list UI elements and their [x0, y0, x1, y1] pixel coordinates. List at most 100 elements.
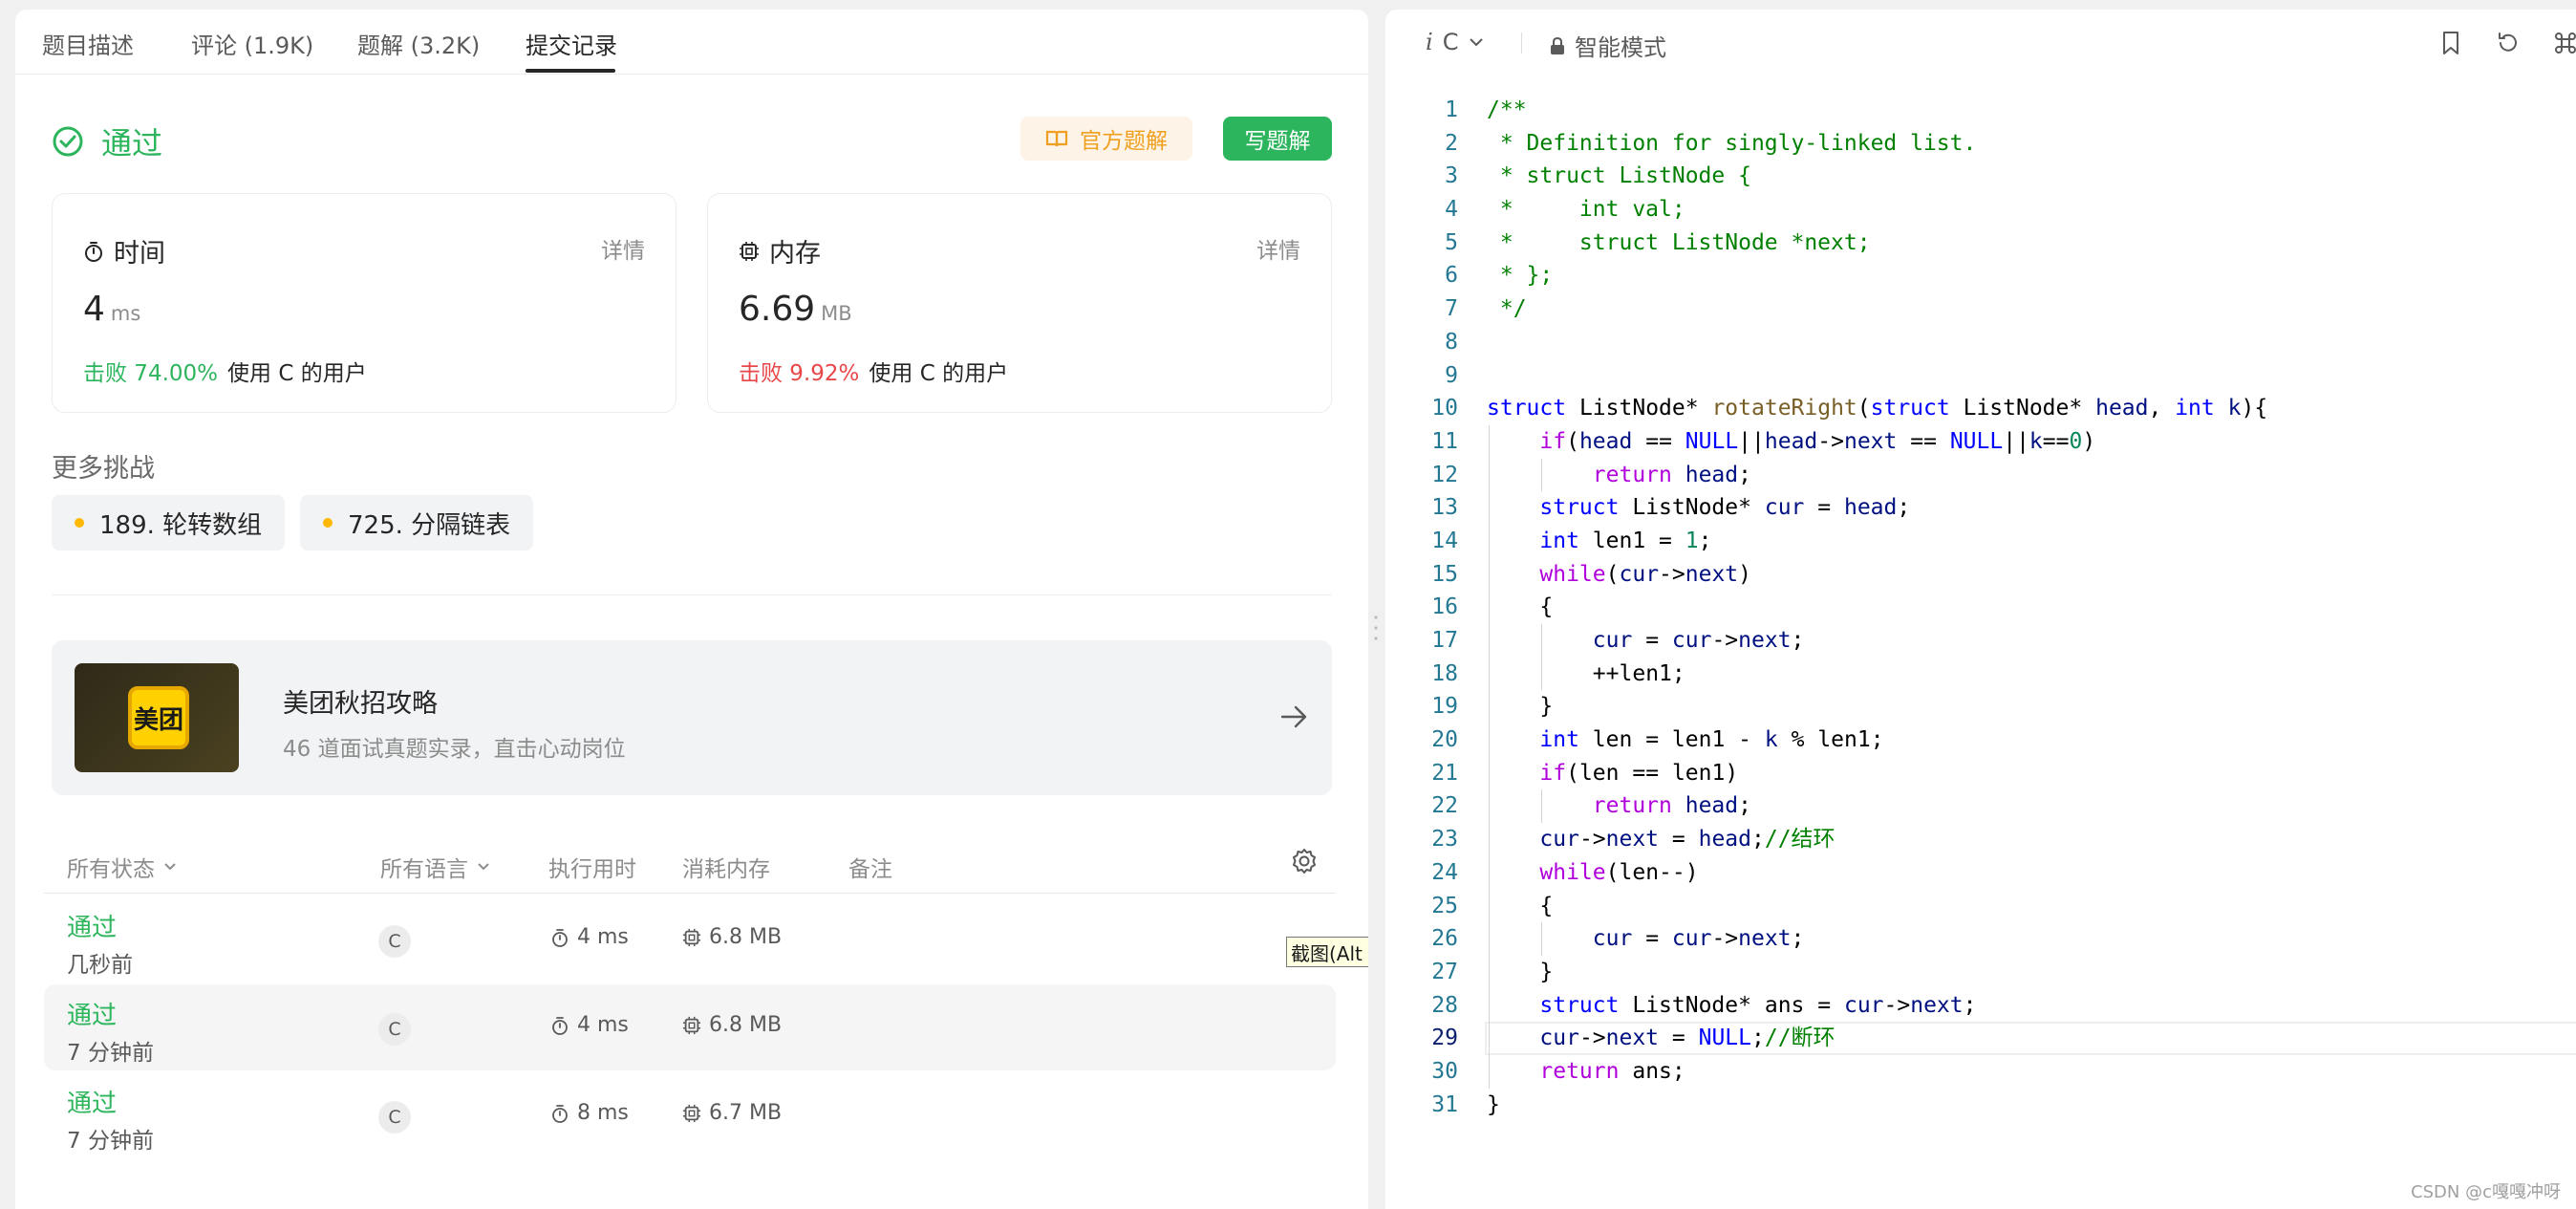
line-number: 23: [1431, 827, 1458, 853]
code-line[interactable]: 1 /**: [1385, 94, 2576, 127]
code-line[interactable]: 30 return ans;: [1385, 1054, 2576, 1089]
submission-row[interactable]: 通过 几秒前 C 4 ms 6.8 MB: [44, 896, 1336, 982]
runtime-detail-link[interactable]: 详情: [601, 232, 645, 265]
code-line[interactable]: 12 return head;: [1385, 458, 2576, 492]
code-text: return head;: [1592, 793, 1751, 819]
check-circle-icon: [53, 126, 83, 157]
code-line[interactable]: 2 * Definition for singly-linked list.: [1385, 127, 2576, 161]
submission-row[interactable]: 通过 7 分钟前 C 4 ms 6.8 MB: [44, 984, 1336, 1070]
status-filter[interactable]: 所有状态: [67, 851, 178, 883]
code-line[interactable]: 18 ++len1;: [1385, 657, 2576, 691]
line-number: 9: [1445, 362, 1458, 388]
chevron-down-icon: [478, 863, 489, 871]
line-number: 6: [1445, 263, 1458, 289]
line-number: 29: [1431, 1025, 1458, 1051]
command-icon[interactable]: [2551, 29, 2576, 57]
code-line[interactable]: 19 }: [1385, 690, 2576, 724]
result-status: 通过: [52, 122, 162, 162]
memory-detail-link[interactable]: 详情: [1256, 232, 1300, 265]
divider: [52, 594, 1332, 595]
row-status[interactable]: 通过: [67, 908, 117, 943]
tab-solutions[interactable]: 题解 (3.2K): [357, 27, 480, 60]
code-line[interactable]: 24 while(len--): [1385, 855, 2576, 890]
row-runtime: 4 ms: [550, 925, 629, 949]
code-area[interactable]: 1 /** 2 * Definition for singly-linked lis…: [1385, 94, 2576, 1121]
promo-banner[interactable]: 美团 美团秋招攻略 46 道面试真题实录，直击心动岗位: [52, 640, 1332, 795]
code-text: struct ListNode* ans = cur->next;: [1539, 992, 1977, 1018]
code-line[interactable]: 11 if(head == NULL||head->next == NULL||…: [1385, 424, 2576, 459]
code-line[interactable]: 26 cur = cur->next;: [1385, 922, 2576, 956]
code-line[interactable]: 29 cur->next = NULL;//断环: [1385, 1022, 2576, 1055]
row-status[interactable]: 通过: [67, 996, 117, 1031]
code-line[interactable]: 20 int len = len1 - k % len1;: [1385, 723, 2576, 757]
line-number: 25: [1431, 893, 1458, 918]
language-selector[interactable]: i C: [1426, 29, 1485, 55]
row-memory: 6.8 MB: [682, 925, 782, 949]
challenge-chip[interactable]: 189. 轮转数组: [52, 495, 286, 551]
code-line[interactable]: 23 cur->next = head;//结环: [1385, 823, 2576, 856]
gear-icon[interactable]: [1290, 847, 1319, 875]
line-number: 16: [1431, 594, 1458, 620]
smart-mode-toggle[interactable]: 智能模式: [1548, 29, 1666, 62]
line-number: 31: [1431, 1091, 1458, 1117]
official-solution-button[interactable]: 官方题解: [1020, 117, 1192, 161]
code-line[interactable]: 6 * };: [1385, 259, 2576, 292]
write-solution-button[interactable]: 写题解: [1223, 117, 1332, 161]
code-line[interactable]: 14 int len1 = 1;: [1385, 524, 2576, 558]
line-number: 21: [1431, 760, 1458, 786]
table-header-divider: [44, 893, 1336, 894]
arrow-right-icon[interactable]: [1277, 700, 1311, 734]
challenge-chip[interactable]: 725. 分隔链表: [300, 495, 534, 551]
memory-value: 6.69 MB: [739, 290, 852, 329]
code-line[interactable]: 13 struct ListNode* cur = head;: [1385, 491, 2576, 525]
row-memory: 6.7 MB: [682, 1101, 782, 1125]
submission-row[interactable]: 通过 7 分钟前 C 8 ms 6.7 MB: [44, 1072, 1336, 1158]
code-text: * int val;: [1487, 197, 1685, 223]
chip-icon: [740, 241, 759, 261]
language-filter[interactable]: 所有语言: [380, 851, 491, 883]
code-line[interactable]: 15 while(cur->next): [1385, 557, 2576, 592]
code-text: ++len1;: [1592, 660, 1685, 686]
line-number: 17: [1431, 628, 1458, 653]
pane-resize-handle[interactable]: [1374, 612, 1378, 644]
tab-submissions[interactable]: 提交记录: [526, 27, 617, 60]
bookmark-icon[interactable]: [2436, 29, 2465, 57]
book-icon: [1045, 130, 1068, 147]
code-line[interactable]: 21 if(len == len1): [1385, 756, 2576, 790]
line-number: 28: [1431, 992, 1458, 1018]
memory-card: 内存 详情 6.69 MB 击败 9.92% 使用 C 的用户: [707, 193, 1332, 413]
code-line[interactable]: 7 */: [1385, 292, 2576, 326]
code-text: /**: [1487, 97, 1527, 122]
code-text: while(len--): [1539, 859, 1699, 885]
code-line[interactable]: 22 return head;: [1385, 789, 2576, 824]
reset-icon[interactable]: [2494, 29, 2522, 57]
language-badge: C: [378, 1013, 411, 1046]
line-number: 18: [1431, 660, 1458, 686]
code-line[interactable]: 8: [1385, 326, 2576, 359]
code-line[interactable]: 3 * struct ListNode {: [1385, 160, 2576, 193]
code-line[interactable]: 5 * struct ListNode *next;: [1385, 227, 2576, 260]
code-line[interactable]: 31}: [1385, 1089, 2576, 1122]
code-line[interactable]: 9: [1385, 359, 2576, 393]
code-line[interactable]: 25 {: [1385, 889, 2576, 923]
code-line[interactable]: 16 {: [1385, 591, 2576, 624]
code-text: struct ListNode* cur = head;: [1539, 495, 1911, 521]
code-line[interactable]: 28 struct ListNode* ans = cur->next;: [1385, 988, 2576, 1023]
code-text: cur->next = head;//结环: [1539, 827, 1835, 853]
editor-toolbar: i C 智能模式: [1385, 10, 2576, 75]
code-text: return head;: [1592, 462, 1751, 487]
line-number: 14: [1431, 528, 1458, 553]
language-prefix: i: [1426, 29, 1433, 55]
code-line[interactable]: 27 }: [1385, 955, 2576, 989]
tab-comments[interactable]: 评论 (1.9K): [191, 27, 313, 60]
code-text: int len1 = 1;: [1539, 528, 1712, 553]
code-text: int len = len1 - k % len1;: [1539, 727, 1884, 753]
code-line[interactable]: 10 struct ListNode* rotateRight(struct Li…: [1385, 392, 2576, 425]
chip-icon: [682, 1104, 701, 1122]
code-line[interactable]: 17 cur = cur->next;: [1385, 624, 2576, 658]
line-number: 7: [1445, 296, 1458, 322]
line-number: 10: [1431, 396, 1458, 421]
tab-description[interactable]: 题目描述: [42, 27, 134, 60]
row-status[interactable]: 通过: [67, 1084, 117, 1119]
code-line[interactable]: 4 * int val;: [1385, 193, 2576, 227]
